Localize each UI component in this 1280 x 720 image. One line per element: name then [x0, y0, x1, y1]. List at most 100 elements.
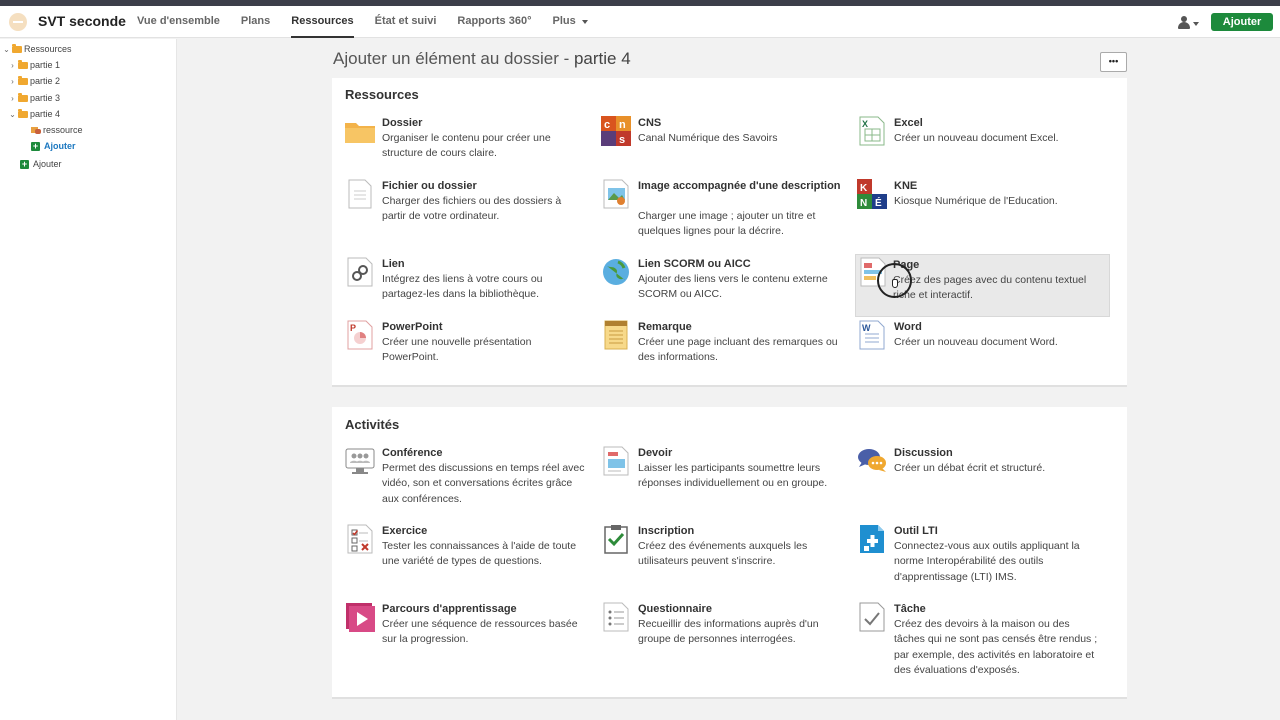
item-title: Lien [382, 258, 405, 270]
discussion-icon [857, 446, 887, 476]
image-icon [601, 179, 631, 209]
plus-icon: + [20, 158, 29, 169]
resource-item-excel[interactable]: X Excel Créer un nouveau document Excel. [844, 116, 1099, 166]
chevron-down-icon [1193, 22, 1199, 26]
item-title: Lien SCORM ou AICC [638, 258, 751, 270]
resource-icon [31, 126, 41, 134]
folder-icon [18, 92, 28, 102]
nav-more[interactable]: Plus [552, 6, 588, 38]
resources-section: Ressources Dossier Organiser le contenu … [332, 78, 1127, 387]
nav-resources[interactable]: Ressources [291, 6, 354, 38]
home-logo-icon[interactable] [9, 13, 27, 31]
resource-item-dossier[interactable]: Dossier Organiser le contenu pour créer … [332, 116, 587, 166]
resource-item-fichier[interactable]: Fichier ou dossier Charger des fichiers … [332, 179, 587, 229]
course-title[interactable]: SVT seconde [38, 13, 126, 29]
activity-item-exercice[interactable]: Exercice Tester les connaissances à l'ai… [332, 524, 587, 574]
conference-icon [345, 446, 375, 476]
add-button[interactable]: Ajouter [1211, 13, 1273, 31]
cns-icon: cns [601, 116, 631, 146]
item-description: Créer un nouveau document Word. [894, 336, 1058, 348]
top-navigation-bar: SVT seconde Vue d'ensemble Plans Ressour… [0, 6, 1280, 38]
chevron-right-icon[interactable]: › [8, 94, 17, 103]
item-description: Charger des fichiers ou des dossiers à p… [382, 195, 562, 223]
chevron-down-icon[interactable]: ⌄ [8, 110, 17, 119]
tree-root-label: Ressources [24, 44, 72, 54]
nav-plans[interactable]: Plans [241, 6, 270, 38]
tree-item-partie-3[interactable]: › partie 3 [8, 91, 60, 105]
svg-text:N: N [860, 198, 867, 209]
activity-item-tache[interactable]: Tâche Créez des devoirs à la maison ou d… [844, 602, 1099, 682]
chevron-down-icon[interactable]: ⌄ [2, 45, 11, 54]
resource-item-lien[interactable]: Lien Intégrez des liens à votre cours ou… [332, 257, 587, 307]
more-actions-button[interactable]: ••• [1100, 52, 1127, 72]
tree-add-label: Ajouter [33, 159, 62, 169]
svg-text:n: n [619, 119, 626, 131]
item-title: Exercice [382, 525, 428, 537]
activity-item-inscription[interactable]: Inscription Créez des événements auxquel… [588, 524, 843, 574]
hand-cursor-icon [892, 279, 898, 288]
tree-item-ressource[interactable]: ressource [31, 123, 83, 137]
chevron-right-icon[interactable]: › [8, 77, 17, 86]
chevron-right-icon[interactable]: › [8, 61, 17, 70]
resource-item-powerpoint[interactable]: P PowerPoint Créer une nouvelle présenta… [332, 320, 587, 370]
user-icon-body [1178, 22, 1190, 29]
globe-icon [601, 257, 631, 287]
tree-root[interactable]: ⌄ Ressources [2, 42, 72, 56]
item-description: Permet des discussions en temps réel ave… [382, 462, 585, 505]
item-description: Créer un débat écrit et structuré. [894, 462, 1046, 474]
svg-text:W: W [862, 323, 871, 333]
excel-icon: X [857, 116, 887, 146]
activity-item-outil-lti[interactable]: Outil LTI Connectez-vous aux outils appl… [844, 524, 1099, 588]
item-title: Questionnaire [638, 603, 712, 615]
tree-item-label: partie 3 [30, 93, 61, 103]
resource-item-scorm[interactable]: Lien SCORM ou AICC Ajouter des liens ver… [588, 257, 843, 307]
quiz-icon [345, 524, 375, 554]
folder-icon [345, 116, 375, 146]
item-description: Connectez-vous aux outils appliquant la … [894, 540, 1080, 583]
page-title-folder: partie 4 [573, 49, 631, 68]
item-description: Canal Numérique des Savoirs [638, 132, 778, 144]
page-title-prefix: Ajouter un élément au dossier - [333, 49, 574, 68]
tree-item-partie-2[interactable]: › partie 2 [8, 74, 60, 88]
activity-item-devoir[interactable]: Devoir Laisser les participants soumettr… [588, 446, 843, 496]
tree-item-label: partie 1 [30, 60, 61, 70]
learning-path-icon [345, 602, 375, 632]
activity-item-discussion[interactable]: Discussion Créer un débat écrit et struc… [844, 446, 1099, 496]
main-nav: Vue d'ensemble Plans Ressources État et … [137, 6, 609, 38]
word-icon: W [857, 320, 887, 350]
tree-item-label: partie 4 [30, 109, 61, 119]
resource-item-cns[interactable]: cns CNS Canal Numérique des Savoirs [588, 116, 843, 166]
tree-item-partie-4[interactable]: ⌄ partie 4 [8, 107, 60, 121]
resource-item-word[interactable]: W Word Créer un nouveau document Word. [844, 320, 1099, 370]
activities-section: Activités Conférence Permet des discussi… [332, 407, 1127, 699]
nav-reports[interactable]: Rapports 360° [457, 6, 531, 38]
svg-text:P: P [350, 323, 356, 333]
resource-item-image[interactable]: Image accompagnée d'une description Char… [588, 179, 843, 243]
folder-icon [18, 59, 28, 69]
item-description: Créez des événements auxquels les utilis… [638, 540, 808, 568]
item-description: Laisser les participants soumettre leurs… [638, 462, 828, 490]
activity-item-questionnaire[interactable]: Questionnaire Recueillir des information… [588, 602, 843, 652]
item-title: PowerPoint [382, 321, 443, 333]
item-description: Créer une nouvelle présentation PowerPoi… [382, 336, 532, 364]
activity-item-parcours[interactable]: Parcours d'apprentissage Créer une séque… [332, 602, 587, 652]
tree-item-partie-1[interactable]: › partie 1 [8, 58, 60, 72]
resource-item-kne[interactable]: KNÉ KNE Kiosque Numérique de l'Education… [844, 179, 1099, 229]
activity-item-conference[interactable]: Conférence Permet des discussions en tem… [332, 446, 587, 510]
tree-add-label: Ajouter [44, 141, 76, 151]
resource-item-remarque[interactable]: Remarque Créer une page incluant des rem… [588, 320, 843, 370]
tree-add-root[interactable]: + Ajouter [20, 157, 62, 171]
sidebar-tree: ⌄ Ressources › partie 1 › partie 2 › par… [0, 39, 177, 720]
user-menu[interactable] [1178, 16, 1200, 30]
item-title: Parcours d'apprentissage [382, 603, 517, 615]
nav-overview[interactable]: Vue d'ensemble [137, 6, 220, 38]
folder-icon [18, 108, 28, 118]
item-title: CNS [638, 117, 662, 129]
item-description: Créer un nouveau document Excel. [894, 132, 1059, 144]
item-title: Remarque [638, 321, 692, 333]
svg-text:s: s [619, 134, 625, 146]
nav-status[interactable]: État et suivi [375, 6, 437, 38]
section-title: Ressources [345, 87, 419, 102]
nav-more-label: Plus [552, 15, 576, 27]
tree-add-in-partie-4[interactable]: + Ajouter [31, 139, 76, 153]
